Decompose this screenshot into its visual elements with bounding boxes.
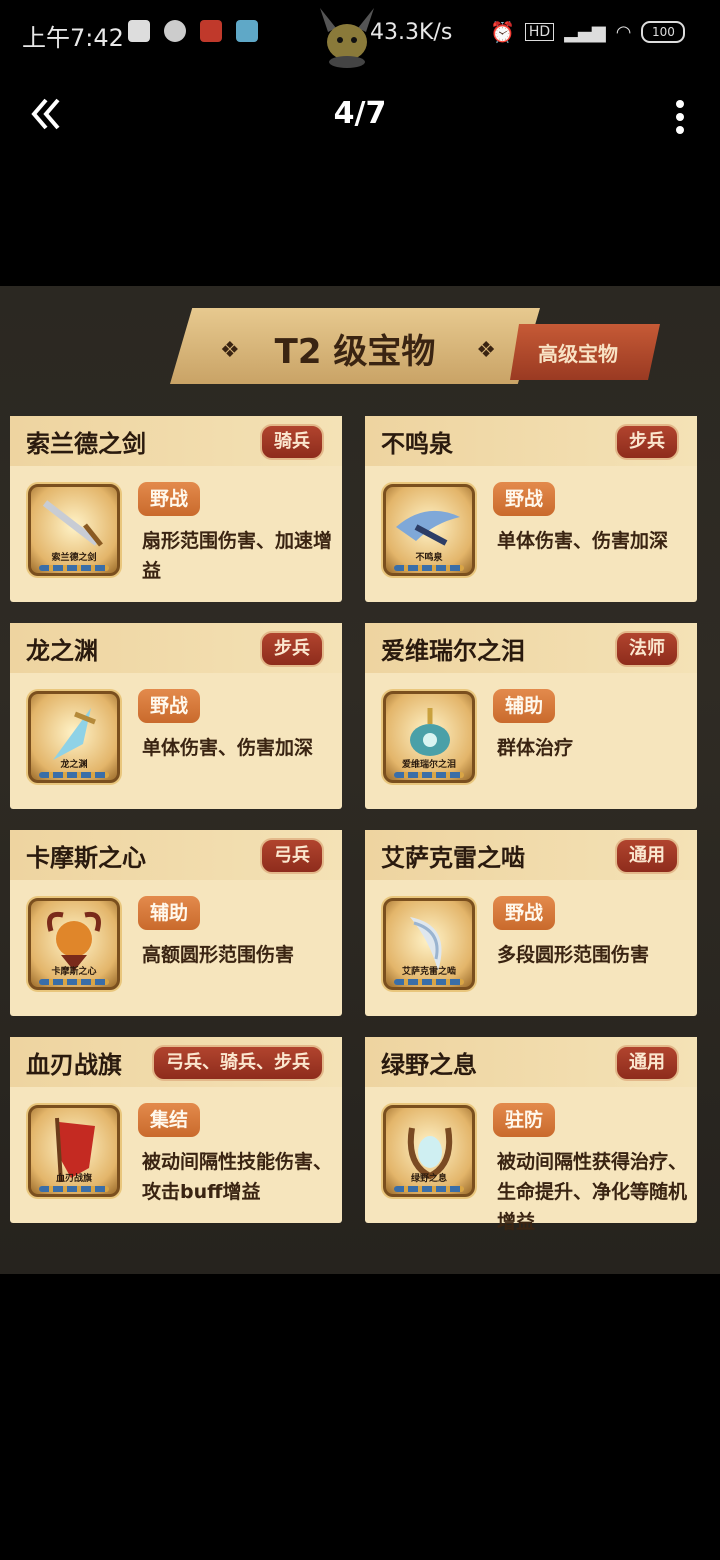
treasure-name: 血刃战旗 [26,1051,122,1079]
skill-type-badge: 野战 [493,896,556,930]
icon-caption: 艾萨克雷之啮 [401,967,456,977]
heart-orb-icon: 卡摩斯之心 [28,898,120,990]
sword-icon: 索兰德之剑 [28,484,120,576]
treasure-description: 被动间隔性获得治疗、生命提升、净化等随机增益 [497,1151,688,1233]
card-header: 不鸣泉 步兵 [365,416,697,466]
icon-caption: 龙之渊 [60,760,88,770]
treasure-description: 被动间隔性技能伤害、攻击buff增益 [142,1151,333,1203]
card-header: 龙之渊 步兵 [10,623,342,673]
treasure-description: 高额圆形范围伤害 [142,944,295,966]
unit-type-badge: 弓兵、骑兵、步兵 [152,1045,324,1081]
cloud-app-icon [236,20,258,42]
card-header: 艾萨克雷之啮 通用 [365,830,697,880]
game-app-icon [200,20,222,42]
treasure-image: ❖ T2 级宝物 ❖ 高级宝物 索兰德之剑 骑兵 索兰德之剑 野战 扇形范围伤害… [0,286,720,1274]
treasure-card: 爱维瑞尔之泪 法师 爱维瑞尔之泪 辅助 群体治疗 [365,623,697,809]
hd-icon: HD [524,23,555,41]
treasure-name: 不鸣泉 [381,430,453,458]
icon-caption: 血刃战旗 [55,1174,92,1184]
alarm-icon: ⏰ [490,20,515,44]
status-time: 上午7:42 [22,24,124,52]
banner-flag-icon: 血刃战旗 [28,1105,120,1197]
treasure-card: 龙之渊 步兵 龙之渊 野战 单体伤害、伤害加深 [10,623,342,809]
star-bar [394,979,464,985]
card-header: 卡摩斯之心 弓兵 [10,830,342,880]
treasure-card: 血刃战旗 弓兵、骑兵、步兵 血刃战旗 集结 被动间隔性技能伤害、攻击buff增益 [10,1037,342,1223]
notification-icons [128,20,258,42]
skill-type-badge: 野战 [138,482,201,516]
skill-type-badge: 辅助 [493,689,556,723]
card-header: 血刃战旗 弓兵、骑兵、步兵 [10,1037,342,1087]
treasure-card: 卡摩斯之心 弓兵 卡摩斯之心 辅助 高额圆形范围伤害 [10,830,342,1016]
viewer-nav-bar: 4/7 [0,80,720,150]
treasure-card: 不鸣泉 步兵 不鸣泉 野战 单体伤害、伤害加深 [365,416,697,602]
card-header: 爱维瑞尔之泪 法师 [365,623,697,673]
system-icons: ⏰ HD ▂▄▆ ◠ 100 [490,20,686,44]
star-bar [394,772,464,778]
fang-icon: 艾萨克雷之啮 [383,898,475,990]
unit-type-badge: 法师 [615,631,679,667]
star-bar [39,565,109,571]
star-bar [394,1186,464,1192]
title-banner: ❖ T2 级宝物 ❖ [170,308,540,384]
treasure-description: 群体治疗 [497,737,574,759]
amulet-icon: 爱维瑞尔之泪 [383,691,475,783]
treasure-name: 爱维瑞尔之泪 [381,637,525,665]
treasure-name: 艾萨克雷之啮 [381,844,525,872]
star-bar [39,1186,109,1192]
treasure-description: 扇形范围伤害、加速增益 [142,530,333,582]
wifi-icon: ◠ [615,21,632,43]
treasure-name: 卡摩斯之心 [26,844,146,872]
unit-type-badge: 步兵 [260,631,324,667]
unit-type-badge: 步兵 [615,424,679,460]
network-speed: 43.3K/s [370,20,453,45]
mi-app-icon [128,20,150,42]
more-options-icon[interactable] [670,96,690,136]
card-header: 索兰德之剑 骑兵 [10,416,342,466]
card-header: 绿野之息 通用 [365,1037,697,1087]
icon-caption: 绿野之息 [410,1174,447,1184]
banner-ornament-icon: ❖ [476,338,496,363]
treasure-card: 索兰德之剑 骑兵 索兰德之剑 野战 扇形范围伤害、加速增益 [10,416,342,602]
status-bar: 上午7:42 43.3K/s ⏰ HD ▂▄▆ ◠ 100 [0,0,720,68]
skill-type-badge: 集结 [138,1103,201,1137]
star-bar [394,565,464,571]
treasure-description: 多段圆形范围伤害 [497,944,650,966]
icon-caption: 索兰德之剑 [51,553,97,563]
link-icon [164,20,186,42]
unit-type-badge: 通用 [615,838,679,874]
page-indicator: 4/7 [333,96,387,131]
unit-type-badge: 弓兵 [260,838,324,874]
tier-tag: 高级宝物 [510,324,660,380]
blade-icon: 不鸣泉 [383,484,475,576]
tier-tag-label: 高级宝物 [538,342,618,366]
treasure-card: 绿野之息 通用 绿野之息 驻防 被动间隔性获得治疗、生命提升、净化等随机增益 [365,1037,697,1233]
unit-type-badge: 通用 [615,1045,679,1081]
star-bar [39,772,109,778]
treasure-name: 索兰德之剑 [26,430,146,458]
battery-icon: 100 [641,21,686,43]
treasure-card: 艾萨克雷之啮 通用 艾萨克雷之啮 野战 多段圆形范围伤害 [365,830,697,1016]
skill-type-badge: 驻防 [493,1103,556,1137]
unit-type-badge: 骑兵 [260,424,324,460]
skill-type-badge: 野战 [493,482,556,516]
skill-type-badge: 辅助 [138,896,201,930]
icon-caption: 爱维瑞尔之泪 [401,760,456,770]
star-bar [39,979,109,985]
icon-caption: 不鸣泉 [415,553,443,563]
icon-caption: 卡摩斯之心 [51,967,97,977]
treasure-description: 单体伤害、伤害加深 [142,737,314,759]
harp-icon: 绿野之息 [383,1105,475,1197]
treasure-name: 绿野之息 [381,1051,477,1079]
skill-type-badge: 野战 [138,689,201,723]
dagger-icon: 龙之渊 [28,691,120,783]
treasure-description: 单体伤害、伤害加深 [497,530,669,552]
treasure-name: 龙之渊 [26,637,98,665]
signal-icon: ▂▄▆ [564,21,606,43]
